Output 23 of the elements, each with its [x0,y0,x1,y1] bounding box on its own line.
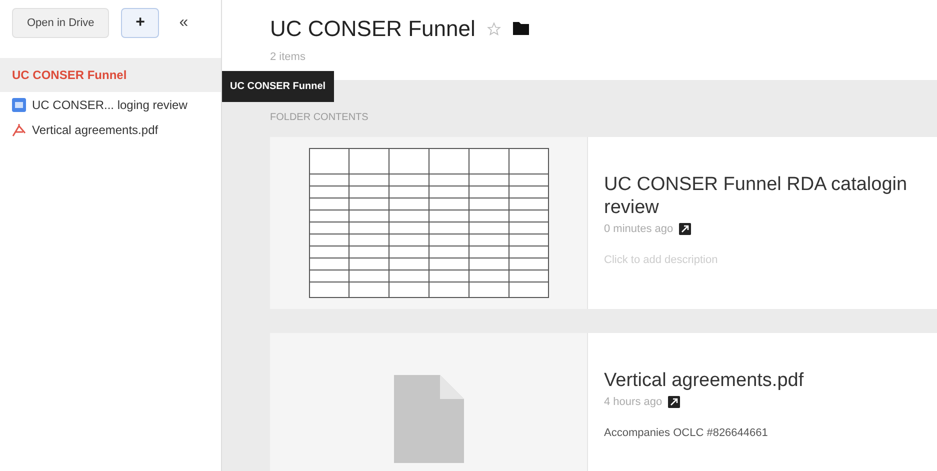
folder-title: UC CONSER Funnel [270,15,476,43]
open-in-drive-button[interactable]: Open in Drive [12,8,110,38]
shared-icon [668,396,680,408]
sidebar-item[interactable]: UC CONSER... loging review [0,92,221,117]
sidebar-item[interactable]: Vertical agreements.pdf [0,117,221,142]
description-field[interactable]: Accompanies OCLC #826644661 [604,424,804,441]
file-title[interactable]: UC CONSER Funnel RDA catalogin review [604,173,908,219]
file-card[interactable]: Vertical agreements.pdf 4 hours ago Accompanies OCLC #826644661 [270,333,937,471]
star-icon[interactable] [487,22,502,36]
document-icon [12,98,26,112]
sidebar-item[interactable]: UC CONSER Funnel [0,58,221,92]
modified-time: 0 minutes ago [604,222,674,237]
file-icon [394,375,464,463]
collapse-button[interactable]: « [179,11,188,35]
pdf-icon [12,122,26,136]
modified-time: 4 hours ago [604,395,662,410]
add-button[interactable]: + [121,8,160,38]
folder-icon [513,22,530,35]
shared-icon [679,223,692,236]
item-count: 2 items [270,50,306,65]
file-title[interactable]: Vertical agreements.pdf [604,369,804,392]
section-label: FOLDER CONTENTS [270,111,370,125]
tooltip: UC CONSER Funnel [222,71,334,102]
